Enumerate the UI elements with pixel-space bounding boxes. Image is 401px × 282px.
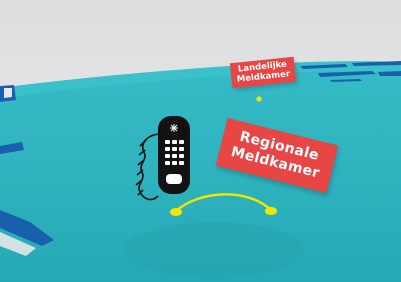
- illustration-scene: Landelijke Meldkamer Regionale Meldkamer: [0, 0, 401, 282]
- ground-shadow: [124, 222, 304, 278]
- border-gap: [4, 88, 12, 98]
- map-background: [0, 0, 401, 282]
- location-dot: [256, 96, 262, 102]
